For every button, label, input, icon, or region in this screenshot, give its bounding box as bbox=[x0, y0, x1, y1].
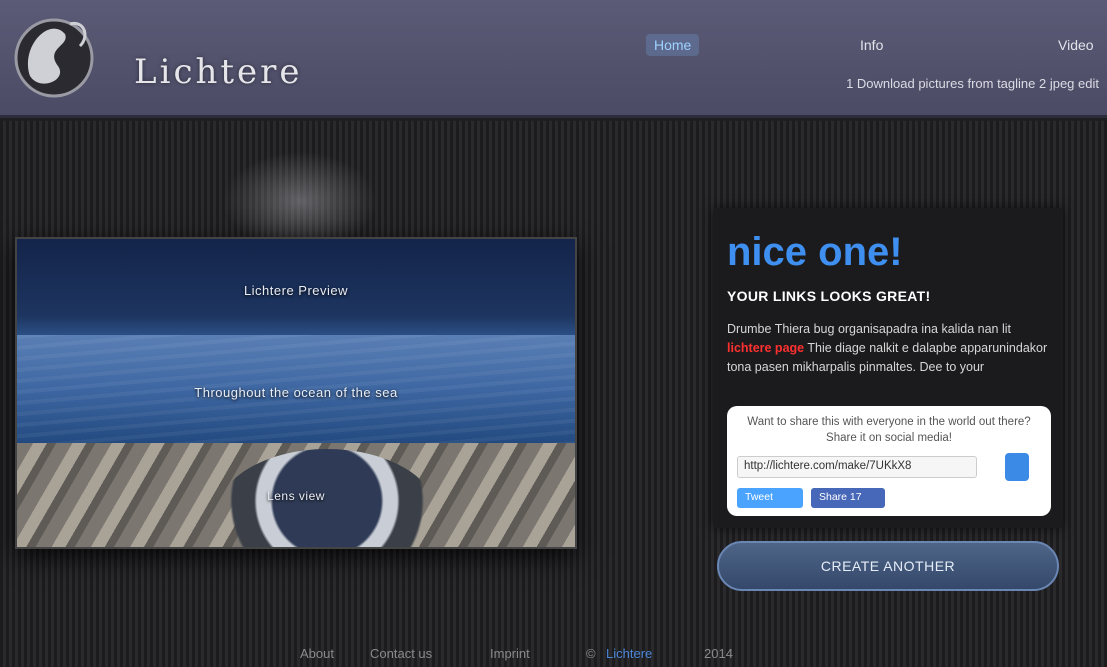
main-nav: Home Info Video bbox=[0, 34, 1107, 58]
footer-link-contact[interactable]: Contact us bbox=[370, 646, 432, 661]
footer-link-imprint[interactable]: Imprint bbox=[490, 646, 530, 661]
nav-item-info[interactable]: Info bbox=[852, 34, 891, 56]
create-another-button[interactable]: CREATE ANOTHER bbox=[717, 541, 1059, 591]
brand-logo-text[interactable]: Lichtere bbox=[134, 52, 303, 92]
site-header: Lichtere Home Info Video 1 Download pict… bbox=[0, 0, 1107, 118]
preview-caption-3: Lens view bbox=[267, 489, 325, 503]
preview-showcase[interactable]: Lichtere Preview Throughout the ocean of… bbox=[15, 237, 577, 549]
share-box: Want to share this with everyone in the … bbox=[727, 406, 1051, 516]
card-highlight-link[interactable]: lichtere page bbox=[727, 341, 804, 355]
footer-year: 2014 bbox=[704, 646, 733, 661]
tweet-button[interactable]: Tweet bbox=[737, 488, 803, 508]
card-body-text: Drumbe Thiera bug organisapadra ina kali… bbox=[727, 322, 1011, 336]
nav-item-home[interactable]: Home bbox=[646, 34, 700, 56]
result-card: nice one! YOUR LINKS LOOKS GREAT! Drumbe… bbox=[713, 208, 1063, 528]
preview-caption-2: Throughout the ocean of the sea bbox=[194, 385, 398, 400]
card-subtitle: YOUR LINKS LOOKS GREAT! bbox=[727, 288, 931, 304]
copy-link-button[interactable] bbox=[1005, 453, 1029, 481]
card-title: nice one! bbox=[727, 230, 903, 274]
facebook-share-button[interactable]: Share 17 bbox=[811, 488, 885, 508]
preview-caption-1: Lichtere Preview bbox=[243, 283, 349, 298]
header-tagline: 1 Download pictures from tagline 2 jpeg … bbox=[846, 76, 1099, 91]
footer-copyright: © bbox=[586, 646, 596, 661]
nav-item-video[interactable]: Video bbox=[1050, 34, 1102, 56]
footer: About Contact us Imprint © Lichtere 2014 bbox=[300, 646, 820, 666]
footer-brand-link[interactable]: Lichtere bbox=[606, 646, 652, 661]
share-prompt: Want to share this with everyone in the … bbox=[747, 416, 1031, 444]
footer-link-about[interactable]: About bbox=[300, 646, 334, 661]
card-description: Drumbe Thiera bug organisapadra ina kali… bbox=[727, 320, 1053, 377]
share-url-field[interactable]: http://lichtere.com/make/7UKkX8 bbox=[737, 456, 977, 478]
